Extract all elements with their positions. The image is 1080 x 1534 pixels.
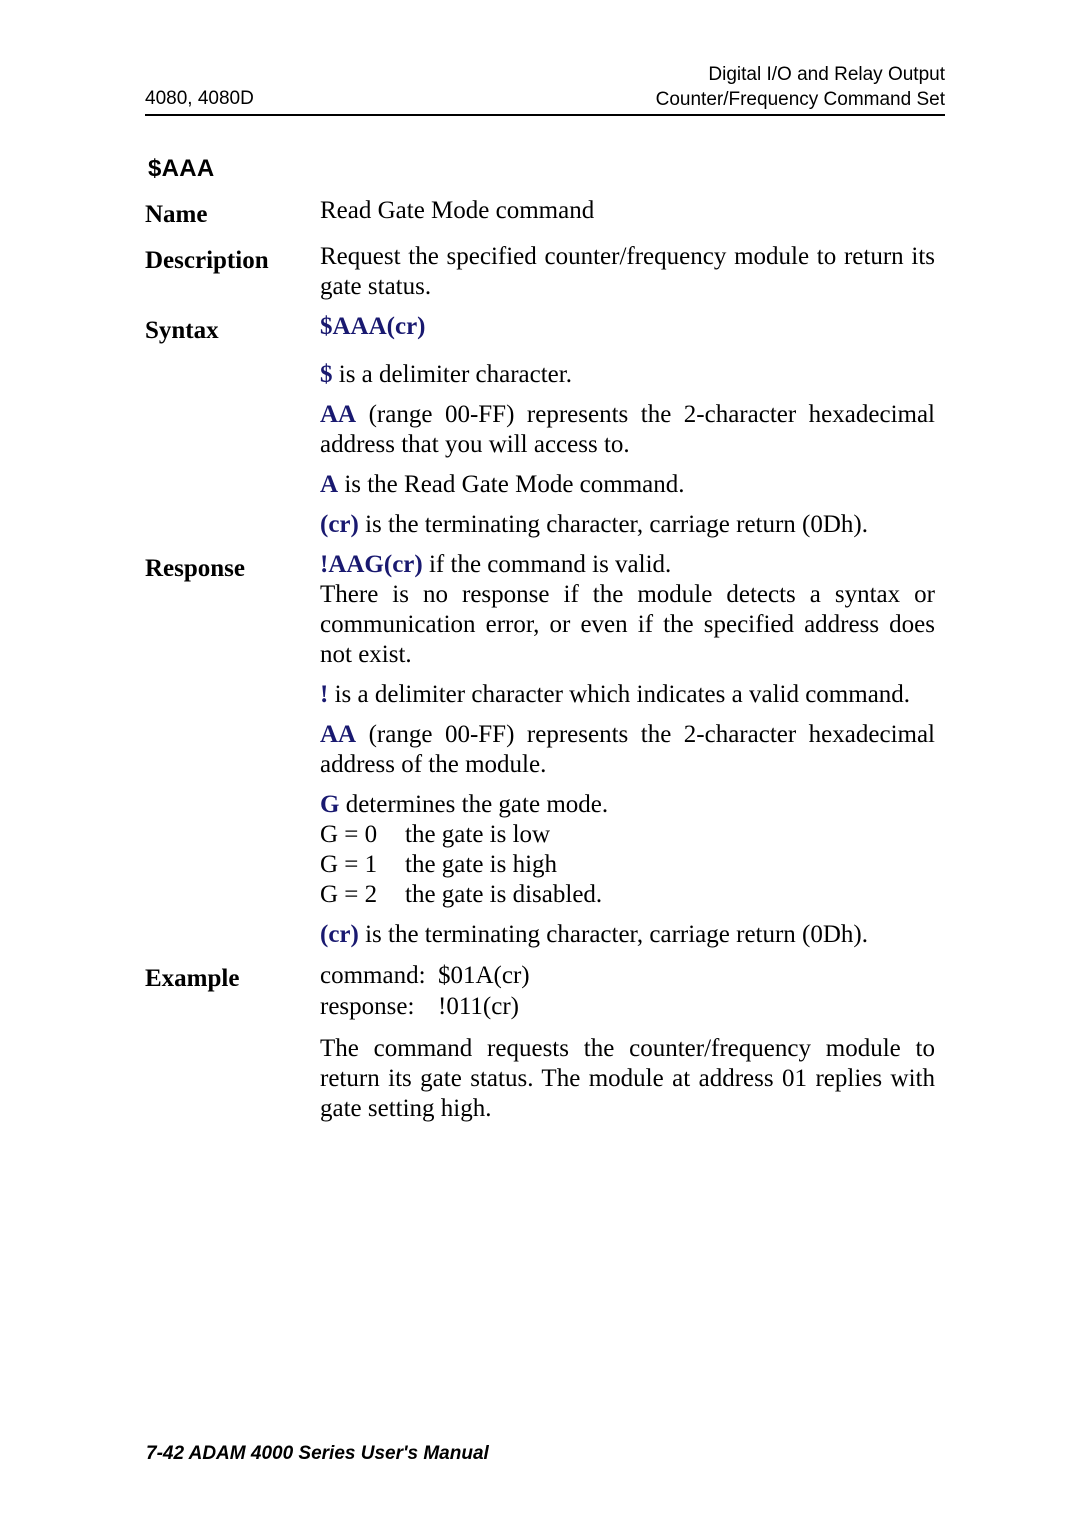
response-terminator: (cr) is the terminating character, carri… [320, 920, 935, 950]
header-model-numbers: 4080, 4080D [145, 88, 254, 109]
syntax-detail-2: A is the Read Gate Mode command. [320, 470, 935, 500]
row-name: Name Read Gate Mode command [145, 196, 935, 234]
example-line: response: !011(cr) [320, 991, 935, 1022]
gate-intro-desc: determines the gate mode. [339, 791, 609, 818]
response-paragraph: There is no response if the module detec… [320, 581, 935, 668]
response-valid-line: !AAG(cr) if the command is valid. [320, 550, 935, 580]
value-example: command: $01A(cr) response: !011(cr) [320, 960, 935, 1022]
response-detail-desc-1: (range 00-FF) represents the 2-character… [320, 721, 935, 778]
response-terminator-text: (cr) is the terminating character, carri… [320, 920, 935, 950]
response-terminator-desc: is the terminating character, carriage r… [358, 921, 869, 948]
gate-mode-row: G = 2 the gate is disabled. [320, 880, 935, 910]
response-token: !AAG(cr) [320, 551, 423, 578]
gate-mode-key: G = 1 [320, 851, 378, 878]
gate-mode-intro: G determines the gate mode. [320, 790, 935, 820]
syntax-token-1: AA [320, 401, 357, 428]
example-value: $01A(cr) [438, 962, 530, 989]
gate-mode-row: G = 1 the gate is high [320, 850, 935, 880]
syntax-detail-text-0: $ is a delimiter character. [320, 360, 935, 390]
syntax-desc-0: is a delimiter character. [332, 361, 572, 388]
page-header: 4080, 4080D Digital I/O and Relay Output… [145, 62, 945, 116]
name-text: Read Gate Mode command [320, 197, 595, 224]
response-detail-1: AA (range 00-FF) represents the 2-charac… [320, 720, 935, 780]
syntax-token-0: $ [320, 361, 333, 388]
value-response: !AAG(cr) if the command is valid. There … [320, 550, 935, 670]
label-description: Description [145, 247, 269, 274]
row-response: Response !AAG(cr) if the command is vali… [145, 550, 935, 670]
row-description: Description Request the specified counte… [145, 242, 935, 302]
header-section-title: Digital I/O and Relay Output Counter/Fre… [656, 62, 945, 112]
syntax-token-3: (cr) [320, 511, 359, 538]
syntax-detail-3: (cr) is the terminating character, carri… [320, 510, 935, 540]
syntax-command: $AAA(cr) [320, 313, 426, 340]
example-explanation: The command requests the counter/frequen… [320, 1034, 935, 1124]
value-name: Read Gate Mode command [320, 196, 935, 226]
row-example: Example command: $01A(cr) response: !011… [145, 960, 935, 1022]
syntax-desc-3: is the terminating character, carriage r… [358, 511, 869, 538]
response-terminator-token: (cr) [320, 921, 359, 948]
row-syntax: Syntax $AAA(cr) [145, 312, 935, 350]
syntax-detail-0: $ is a delimiter character. [320, 360, 935, 390]
response-detail-text-1: AA (range 00-FF) represents the 2-charac… [320, 720, 935, 780]
document-page: 4080, 4080D Digital I/O and Relay Output… [0, 0, 1080, 1534]
page-header-row: 4080, 4080D Digital I/O and Relay Output… [145, 62, 945, 112]
label-syntax: Syntax [145, 317, 219, 344]
syntax-detail-text-1: AA (range 00-FF) represents the 2-charac… [320, 400, 935, 460]
gate-mode-row: G = 0 the gate is low [320, 820, 935, 850]
header-section-title-line2: Counter/Frequency Command Set [655, 89, 945, 110]
gate-mode-key: G = 0 [320, 821, 378, 848]
response-valid-rest: if the command is valid. [422, 551, 672, 578]
syntax-token-2: A [320, 471, 339, 498]
page-footer: 7-42 ADAM 4000 Series User's Manual [146, 1443, 489, 1464]
example-key: command: [320, 962, 426, 989]
syntax-detail-text-3: (cr) is the terminating character, carri… [320, 510, 935, 540]
gate-mode-list: G = 0 the gate is low G = 1 the gate is … [320, 820, 935, 910]
header-section-title-line1: Digital I/O and Relay Output [708, 64, 945, 85]
gate-intro-token: G [320, 791, 340, 818]
response-detail-0: ! is a delimiter character which indicat… [320, 680, 935, 710]
command-definition: Name Read Gate Mode command Description … [145, 196, 935, 1124]
label-name: Name [145, 201, 208, 228]
response-detail-token-1: AA [320, 721, 357, 748]
response-detail-text-0: ! is a delimiter character which indicat… [320, 680, 935, 710]
syntax-desc-2: is the Read Gate Mode command. [338, 471, 685, 498]
label-response: Response [145, 555, 246, 582]
label-example: Example [145, 965, 240, 992]
syntax-detail-1: AA (range 00-FF) represents the 2-charac… [320, 400, 935, 460]
example-explanation-text: The command requests the counter/frequen… [320, 1035, 935, 1122]
example-key: response: [320, 993, 415, 1020]
gate-mode-value: the gate is low [405, 821, 551, 848]
example-line: command: $01A(cr) [320, 960, 935, 991]
description-text: Request the specified counter/frequency … [320, 243, 935, 300]
value-description: Request the specified counter/frequency … [320, 242, 935, 302]
gate-mode-value: the gate is disabled. [405, 881, 603, 908]
header-divider [145, 114, 945, 116]
gate-intro-text: G determines the gate mode. [320, 790, 935, 820]
gate-mode-value: the gate is high [405, 851, 558, 878]
syntax-desc-1: (range 00-FF) represents the 2-character… [320, 401, 935, 458]
value-syntax: $AAA(cr) [320, 312, 935, 342]
example-value: !011(cr) [438, 993, 519, 1020]
command-title: $AAA [148, 155, 215, 182]
gate-mode-key: G = 2 [320, 881, 378, 908]
response-detail-desc-0: is a delimiter character which indicates… [328, 681, 911, 708]
syntax-detail-text-2: A is the Read Gate Mode command. [320, 470, 935, 500]
